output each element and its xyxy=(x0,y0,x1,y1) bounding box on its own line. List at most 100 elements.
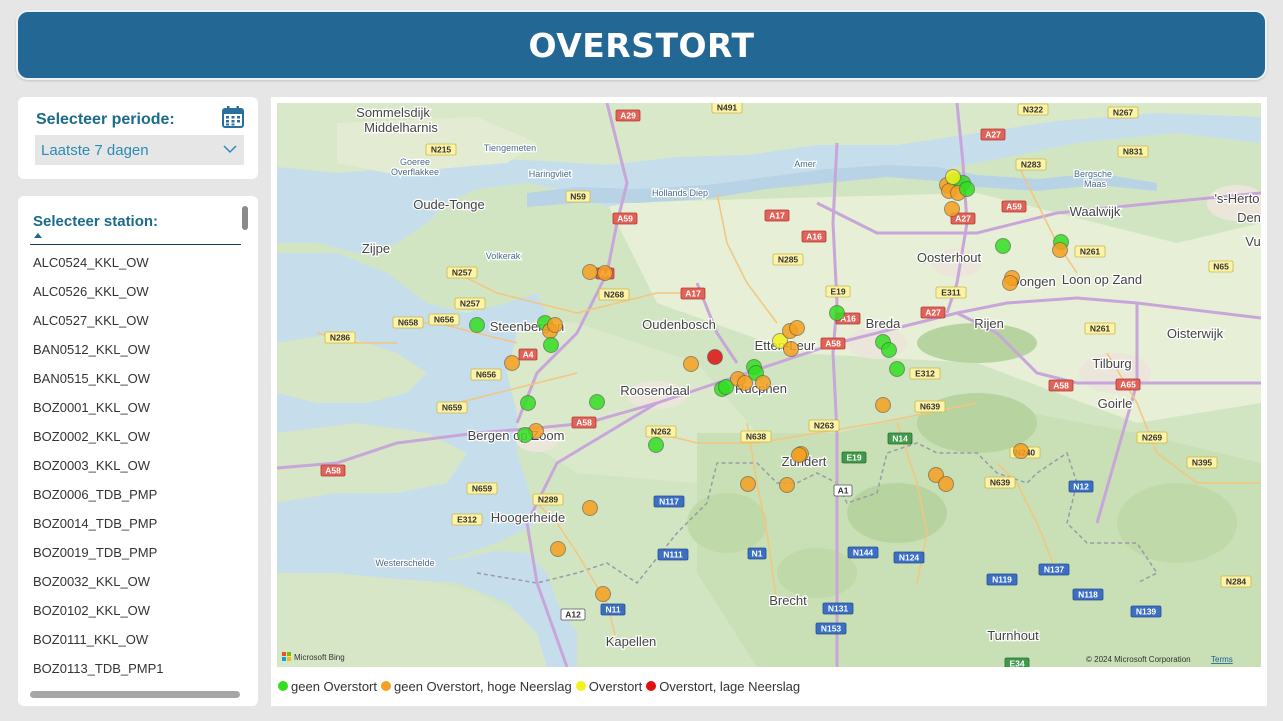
road-shield-label: N131 xyxy=(828,604,849,614)
place-label: Maas xyxy=(1084,179,1107,189)
place-label: Oudenbosch xyxy=(642,317,716,332)
legend-item[interactable]: geen Overstort xyxy=(278,679,377,694)
station-marker[interactable] xyxy=(1052,242,1068,258)
station-marker[interactable] xyxy=(875,397,891,413)
legend-item[interactable]: Overstort, lage Neerslag xyxy=(646,679,800,694)
station-marker[interactable] xyxy=(595,586,611,602)
station-marker[interactable] xyxy=(995,238,1011,254)
station-marker[interactable] xyxy=(547,317,563,333)
place-label: Goeree xyxy=(400,157,430,167)
station-item[interactable]: BOZ0014_TDB_PMP xyxy=(18,509,242,538)
road-shield-label: N639 xyxy=(990,478,1011,488)
station-item[interactable]: BOZ0003_KKL_OW xyxy=(18,451,242,480)
place-label: Haringvliet xyxy=(529,169,572,179)
station-item[interactable]: ALC0527_KKL_OW xyxy=(18,306,242,335)
road-shield: N269 xyxy=(1136,431,1168,444)
road-shield: E34 xyxy=(1004,657,1030,667)
divider xyxy=(30,244,241,245)
station-marker[interactable] xyxy=(789,320,805,336)
terms-link[interactable]: Terms xyxy=(1211,655,1233,664)
station-marker[interactable] xyxy=(683,356,699,372)
station-item[interactable]: ALC0526_KKL_OW xyxy=(18,277,242,306)
place-label: Zijpe xyxy=(362,241,390,256)
road-shield: A27 xyxy=(980,128,1006,141)
station-item[interactable]: BOZ0113_TDB_PMP1 xyxy=(18,654,242,683)
road-shield: N137 xyxy=(1038,563,1070,576)
period-dropdown[interactable]: Laatste 7 dagen xyxy=(35,135,244,165)
station-marker[interactable] xyxy=(740,476,756,492)
road-shield: N11 xyxy=(600,603,626,616)
station-item[interactable]: BAN0515_KKL_OW xyxy=(18,364,242,393)
station-marker[interactable] xyxy=(550,541,566,557)
place-label: Breda xyxy=(866,316,901,331)
legend-item[interactable]: geen Overstort, hoge Neerslag xyxy=(381,679,572,694)
road-shield-label: N267 xyxy=(1113,108,1134,118)
road-shield-label: N137 xyxy=(1044,565,1065,575)
station-marker[interactable] xyxy=(779,477,795,493)
station-marker[interactable] xyxy=(517,427,533,443)
station-slicer: Selecteer station: ALC0524_KKL_OW ALC0526… xyxy=(18,196,258,706)
station-marker[interactable] xyxy=(597,265,613,281)
road-shield-label: A4 xyxy=(523,350,534,360)
map[interactable]: Sommelsdijk Middelharnis Tiengemeten Goeree… xyxy=(277,103,1261,667)
station-item[interactable]: BOZ0032_KKL_OW xyxy=(18,567,242,596)
road-shield: N119 xyxy=(986,573,1018,586)
station-marker[interactable] xyxy=(938,476,954,492)
station-marker[interactable] xyxy=(945,169,961,185)
road-shield: A58 xyxy=(571,416,597,429)
station-item[interactable]: BOZ0111_KKL_OW xyxy=(18,625,242,654)
road-shield: N65 xyxy=(1208,260,1234,273)
station-item[interactable]: BOZ0019_TDB_PMP xyxy=(18,538,242,567)
road-shield: N144 xyxy=(847,546,879,559)
station-marker[interactable] xyxy=(1013,443,1029,459)
station-item[interactable]: BAN0512_KKL_OW xyxy=(18,335,242,364)
sort-up-icon[interactable] xyxy=(34,233,42,238)
station-marker[interactable] xyxy=(959,181,975,197)
station-marker[interactable] xyxy=(889,361,905,377)
station-marker[interactable] xyxy=(582,500,598,516)
station-item[interactable]: BOZ0006_TDB_PMP xyxy=(18,480,242,509)
station-item[interactable]: ALC0524_KKL_OW xyxy=(18,248,242,277)
place-label: Hollands Diep xyxy=(652,188,708,198)
horizontal-scrollbar[interactable] xyxy=(30,691,240,698)
road-shield-label: N491 xyxy=(717,103,738,113)
station-item[interactable]: BOZ0102_KKL_OW xyxy=(18,596,242,625)
road-shield: N59 xyxy=(565,190,591,203)
station-marker[interactable] xyxy=(829,305,845,321)
chevron-down-icon xyxy=(223,145,237,154)
station-marker[interactable] xyxy=(648,437,664,453)
station-marker[interactable] xyxy=(1002,275,1018,291)
road-shield-label: N284 xyxy=(1226,577,1247,587)
vertical-scrollbar[interactable] xyxy=(242,206,248,230)
station-marker[interactable] xyxy=(783,341,799,357)
road-shield-label: N117 xyxy=(659,497,679,507)
station-marker[interactable] xyxy=(791,447,807,463)
road-shield-label: A17 xyxy=(769,211,785,221)
station-marker[interactable] xyxy=(520,395,536,411)
road-shield-label: N658 xyxy=(398,318,419,328)
station-item[interactable]: BOZ0001_KKL_OW xyxy=(18,393,242,422)
station-marker[interactable] xyxy=(543,337,559,353)
station-marker[interactable] xyxy=(755,375,771,391)
road-shield-label: A27 xyxy=(985,130,1001,140)
legend-item[interactable]: Overstort xyxy=(575,679,642,694)
station-marker[interactable] xyxy=(881,342,897,358)
station-item[interactable]: BOZ0002_KKL_OW xyxy=(18,422,242,451)
period-label: Selecteer periode: xyxy=(36,111,175,128)
road-shield: N117 xyxy=(653,495,685,508)
road-shield: N257 xyxy=(446,266,478,279)
station-marker[interactable] xyxy=(504,355,520,371)
station-marker[interactable] xyxy=(707,349,723,365)
station-marker[interactable] xyxy=(944,201,960,217)
place-label: Westerschelde xyxy=(375,558,434,568)
road-shield: N639 xyxy=(984,476,1016,489)
page-header: OVERSTORT xyxy=(16,10,1267,80)
station-marker[interactable] xyxy=(582,264,598,280)
road-shield: A65 xyxy=(1115,378,1141,391)
road-shield: N139 xyxy=(1130,605,1162,618)
station-marker[interactable] xyxy=(469,317,485,333)
station-marker[interactable] xyxy=(589,394,605,410)
calendar-icon[interactable] xyxy=(221,105,245,129)
road-shield: N257 xyxy=(454,297,486,310)
road-shield: N14 xyxy=(887,432,913,445)
